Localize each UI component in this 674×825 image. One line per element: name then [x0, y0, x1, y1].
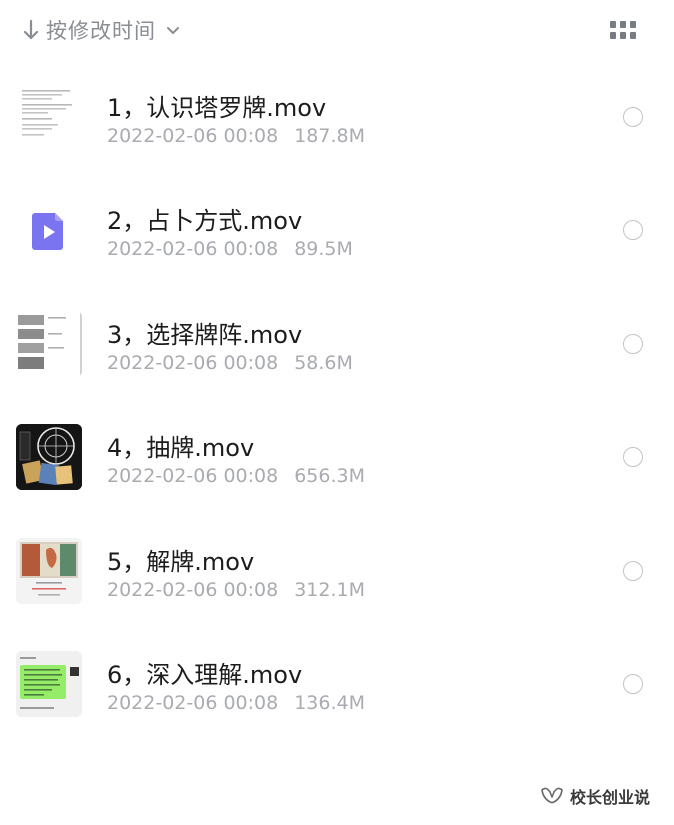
select-radio[interactable] — [623, 560, 643, 581]
arrow-down-icon — [23, 19, 39, 40]
file-size: 187.8M — [294, 125, 366, 147]
card-layout-thumbnail — [16, 310, 82, 377]
file-name: 2，占卜方式.mov — [107, 207, 303, 236]
toolbar: 按修改时间 — [0, 0, 674, 62]
file-meta: 2022-02-06 00:08 312.1M — [107, 579, 365, 601]
file-name: 3，选择牌阵.mov — [107, 320, 303, 349]
select-radio[interactable] — [623, 107, 643, 127]
watermark-text: 校长创业说 — [570, 788, 651, 807]
grid-view-icon[interactable] — [610, 20, 636, 40]
file-size: 312.1M — [294, 578, 366, 601]
tarot-card-thumbnail — [16, 537, 82, 604]
sort-label: 按修改时间 — [46, 19, 156, 43]
file-date: 2022-02-06 00:08 — [107, 125, 279, 147]
file-meta: 2022-02-06 00:08 187.8M — [107, 125, 365, 147]
file-size: 656.3M — [294, 465, 366, 488]
file-meta: 2022-02-06 00:08 656.3M — [107, 465, 365, 487]
sort-dropdown[interactable]: 按修改时间 — [22, 14, 180, 46]
file-date: 2022-02-06 00:08 — [107, 238, 279, 261]
watermark: 校长创业说 — [540, 783, 650, 809]
file-row[interactable]: 5，解牌.mov 2022-02-06 00:08 312.1M — [0, 516, 674, 629]
file-row[interactable]: 6，深入理解.mov 2022-02-06 00:08 136.4M — [0, 629, 674, 742]
file-size: 136.4M — [294, 691, 366, 714]
file-meta: 2022-02-06 00:08 136.4M — [107, 692, 365, 714]
file-date: 2022-02-06 00:08 — [107, 691, 279, 714]
video-file-icon — [16, 197, 82, 264]
file-row[interactable]: 2，占卜方式.mov 2022-02-06 00:08 89.5M — [0, 175, 674, 288]
file-row[interactable]: 4，抽牌.mov 2022-02-06 00:08 656.3M — [0, 402, 674, 515]
file-list: 1，认识塔罗牌.mov 2022-02-06 00:08 187.8M 2，占卜方… — [0, 62, 674, 742]
file-date: 2022-02-06 00:08 — [107, 351, 279, 374]
chevron-down-icon — [167, 27, 179, 34]
file-date: 2022-02-06 00:08 — [107, 465, 279, 488]
file-date: 2022-02-06 00:08 — [107, 578, 279, 601]
file-size: 89.5M — [294, 238, 353, 261]
chat-screenshot-thumbnail — [16, 650, 82, 717]
wechat-channel-icon — [541, 787, 563, 804]
file-name: 6，深入理解.mov — [107, 660, 303, 689]
select-radio[interactable] — [623, 673, 643, 694]
select-radio[interactable] — [623, 447, 643, 468]
document-thumbnail — [16, 84, 82, 150]
file-meta: 2022-02-06 00:08 58.6M — [107, 352, 353, 374]
file-name: 1，认识塔罗牌.mov — [107, 94, 327, 122]
select-radio[interactable] — [623, 333, 643, 354]
file-name: 5，解牌.mov — [107, 547, 255, 576]
file-name: 4，抽牌.mov — [107, 434, 255, 463]
file-meta: 2022-02-06 00:08 89.5M — [107, 238, 353, 260]
file-row[interactable]: 1，认识塔罗牌.mov 2022-02-06 00:08 187.8M — [0, 62, 674, 175]
select-radio[interactable] — [623, 220, 643, 241]
file-size: 58.6M — [294, 351, 353, 374]
tarot-cards-thumbnail — [16, 424, 82, 491]
file-row[interactable]: 3，选择牌阵.mov 2022-02-06 00:08 58.6M — [0, 289, 674, 402]
